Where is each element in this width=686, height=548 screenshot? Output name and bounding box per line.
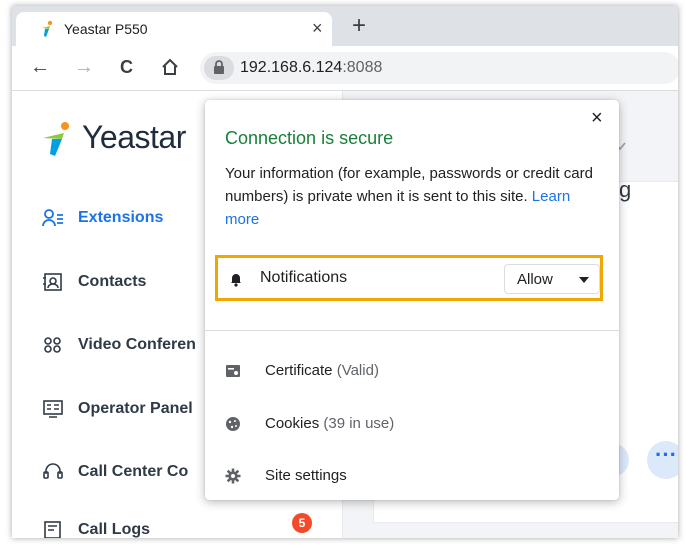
divider (205, 330, 619, 331)
certificate-status: (Valid) (336, 362, 379, 379)
tab-strip: Yeastar P550 × + (12, 6, 678, 46)
cookies-status: (39 in use) (323, 415, 395, 432)
caret-down-icon (579, 277, 589, 283)
sidebar-item-video-conference[interactable]: Video Conferen (42, 336, 196, 354)
url-text: 192.168.6.124:8088 (240, 59, 382, 77)
address-bar[interactable]: 192.168.6.124:8088 (200, 52, 678, 84)
notifications-permission-row: Notifications Allow (215, 255, 603, 301)
yeastar-logo-icon (42, 20, 53, 37)
browser-window: Yeastar P550 × + ← → C 192.168.6.124:808… (12, 6, 678, 538)
sidebar-item-call-logs[interactable]: Call Logs (42, 521, 150, 538)
certificate-icon (226, 365, 240, 377)
contact-card-icon (43, 273, 62, 291)
notifications-permission-select[interactable]: Allow (504, 264, 600, 294)
call-logs-badge: 5 (292, 513, 312, 533)
brand-logo: Yeastar (40, 119, 186, 162)
notifications-label: Notifications (260, 269, 348, 286)
notifications-permission-value: Allow (517, 271, 553, 288)
operator-panel-icon (43, 400, 63, 418)
tab-title: Yeastar P550 (64, 21, 148, 37)
headset-icon (43, 463, 63, 479)
lock-icon (214, 60, 224, 74)
site-settings-label: Site settings (265, 467, 347, 484)
cookies-label: Cookies (265, 415, 320, 432)
browser-tab[interactable]: Yeastar P550 × (16, 12, 332, 46)
video-conference-icon (44, 337, 61, 353)
gear-icon (225, 468, 241, 484)
cookie-icon (226, 417, 240, 431)
url-port: :8088 (342, 59, 383, 76)
connection-description: Your information (for example, passwords… (225, 162, 601, 231)
home-icon[interactable] (160, 57, 180, 77)
close-tab-icon[interactable]: × (312, 17, 323, 39)
url-host: 192.168.6.124 (240, 59, 343, 76)
user-list-icon (42, 209, 63, 227)
close-icon[interactable]: × (591, 108, 603, 128)
sidebar-item-extensions[interactable]: Extensions (42, 209, 163, 227)
content-heading: g (619, 177, 632, 202)
bell-icon (231, 274, 241, 287)
certificate-label: Certificate (265, 362, 333, 379)
site-info-popup: × Connection is secure Your information … (205, 100, 619, 500)
back-button[interactable]: ← (30, 56, 50, 78)
new-tab-button[interactable]: + (352, 14, 366, 38)
sidebar-item-contacts[interactable]: Contacts (42, 273, 146, 291)
brand-name: Yeastar (82, 119, 186, 155)
browser-toolbar: ← → C 192.168.6.124:8088 (12, 46, 678, 91)
site-info-button[interactable] (204, 56, 234, 80)
sidebar-item-operator-panel[interactable]: Operator Panel (42, 400, 193, 418)
sidebar-item-call-center[interactable]: Call Center Co (42, 463, 188, 481)
call-log-icon (44, 521, 61, 538)
reload-button[interactable]: C (120, 56, 133, 78)
forward-button[interactable]: → (74, 56, 94, 78)
more-options-button[interactable]: ··· (647, 441, 678, 479)
connection-status-title: Connection is secure (225, 128, 394, 148)
yeastar-logo-icon (43, 122, 69, 156)
